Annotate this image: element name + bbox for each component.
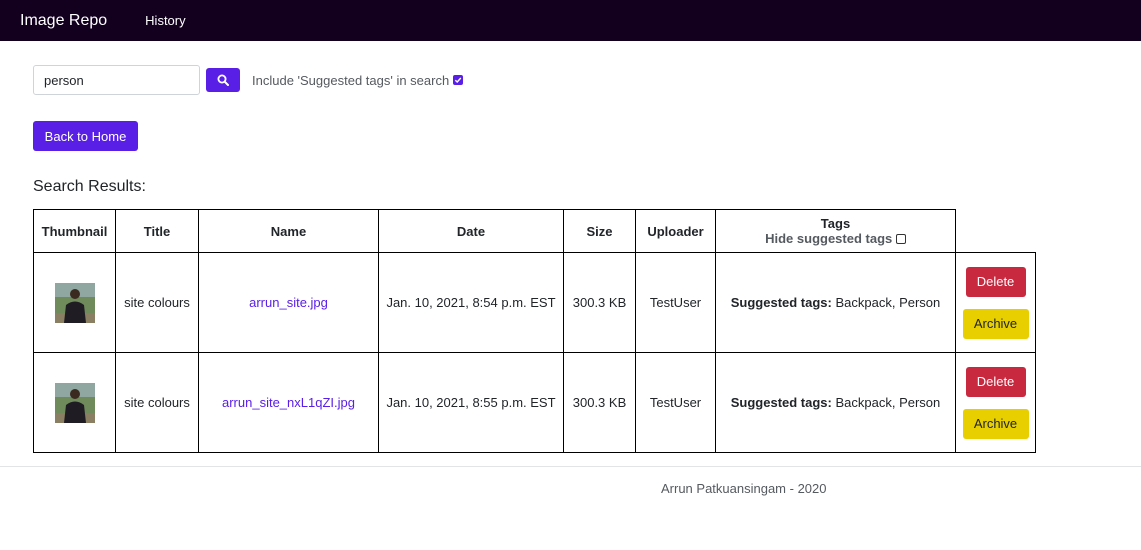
results-heading: Search Results: — [33, 178, 146, 195]
header-actions — [956, 210, 1036, 253]
table-header-row: Thumbnail Title Name Date Size Uploader … — [33, 209, 1036, 253]
image-thumbnail[interactable] — [54, 282, 95, 323]
header-uploader: Uploader — [635, 209, 716, 253]
search-icon — [217, 74, 229, 86]
header-title: Title — [115, 209, 199, 253]
thumbnail-cell — [33, 352, 116, 453]
table-row: site colours arrun_site_nxL1qZI.jpg Jan.… — [33, 352, 1036, 453]
size-cell: 300.3 KB — [563, 352, 636, 453]
table-row: site colours arrun_site.jpg Jan. 10, 202… — [33, 252, 1036, 353]
hide-suggested-checkbox[interactable] — [895, 233, 906, 244]
thumbnail-cell — [33, 252, 116, 353]
tags-cell: Suggested tags: Backpack, Person — [715, 252, 956, 353]
results-table: Thumbnail Title Name Date Size Uploader … — [33, 209, 1036, 453]
include-suggested-checkbox[interactable] — [453, 75, 464, 86]
suggested-tags-label: Suggested tags: — [730, 295, 832, 310]
nav-link-history[interactable]: History — [145, 13, 185, 28]
size-cell: 300.3 KB — [563, 252, 636, 353]
file-link[interactable]: arrun_site.jpg — [249, 295, 328, 310]
include-suggested-label: Include 'Suggested tags' in search — [252, 72, 464, 88]
archive-button[interactable]: Archive — [962, 408, 1029, 439]
title-cell: site colours — [115, 352, 199, 453]
search-row: Include 'Suggested tags' in search — [33, 65, 464, 95]
navbar: Image Repo History — [0, 0, 1141, 41]
name-cell: arrun_site.jpg — [198, 252, 379, 353]
header-name: Name — [198, 209, 379, 253]
search-input[interactable] — [33, 65, 200, 95]
uploader-cell: TestUser — [635, 252, 716, 353]
actions-cell: Delete Archive — [955, 252, 1036, 353]
back-to-home-button[interactable]: Back to Home — [33, 121, 138, 151]
header-tags: Tags Hide suggested tags — [715, 209, 956, 253]
header-date: Date — [378, 209, 564, 253]
title-cell: site colours — [115, 252, 199, 353]
search-button[interactable] — [206, 68, 240, 92]
image-thumbnail[interactable] — [54, 382, 95, 423]
brand-link[interactable]: Image Repo — [20, 12, 107, 30]
footer-text: Arrun Patkuansingam - 2020 — [661, 481, 827, 496]
header-size: Size — [563, 209, 636, 253]
delete-button[interactable]: Delete — [965, 266, 1026, 297]
tags-cell: Suggested tags: Backpack, Person — [715, 352, 956, 453]
archive-button[interactable]: Archive — [962, 308, 1029, 339]
name-cell: arrun_site_nxL1qZI.jpg — [198, 352, 379, 453]
include-suggested-text: Include 'Suggested tags' in search — [252, 72, 450, 88]
suggested-tags-value: Backpack, Person — [835, 295, 941, 310]
uploader-cell: TestUser — [635, 352, 716, 453]
delete-button[interactable]: Delete — [965, 366, 1026, 397]
suggested-tags-value: Backpack, Person — [835, 395, 941, 410]
footer-divider — [0, 466, 1141, 467]
actions-cell: Delete Archive — [955, 352, 1036, 453]
suggested-tags-label: Suggested tags: — [730, 395, 832, 410]
hide-suggested-label: Hide suggested tags — [765, 231, 893, 246]
hide-suggested-toggle[interactable]: Hide suggested tags — [722, 231, 949, 246]
header-thumbnail: Thumbnail — [33, 209, 116, 253]
file-link[interactable]: arrun_site_nxL1qZI.jpg — [222, 395, 355, 410]
date-cell: Jan. 10, 2021, 8:55 p.m. EST — [378, 352, 564, 453]
date-cell: Jan. 10, 2021, 8:54 p.m. EST — [378, 252, 564, 353]
header-tags-label: Tags — [820, 216, 851, 231]
